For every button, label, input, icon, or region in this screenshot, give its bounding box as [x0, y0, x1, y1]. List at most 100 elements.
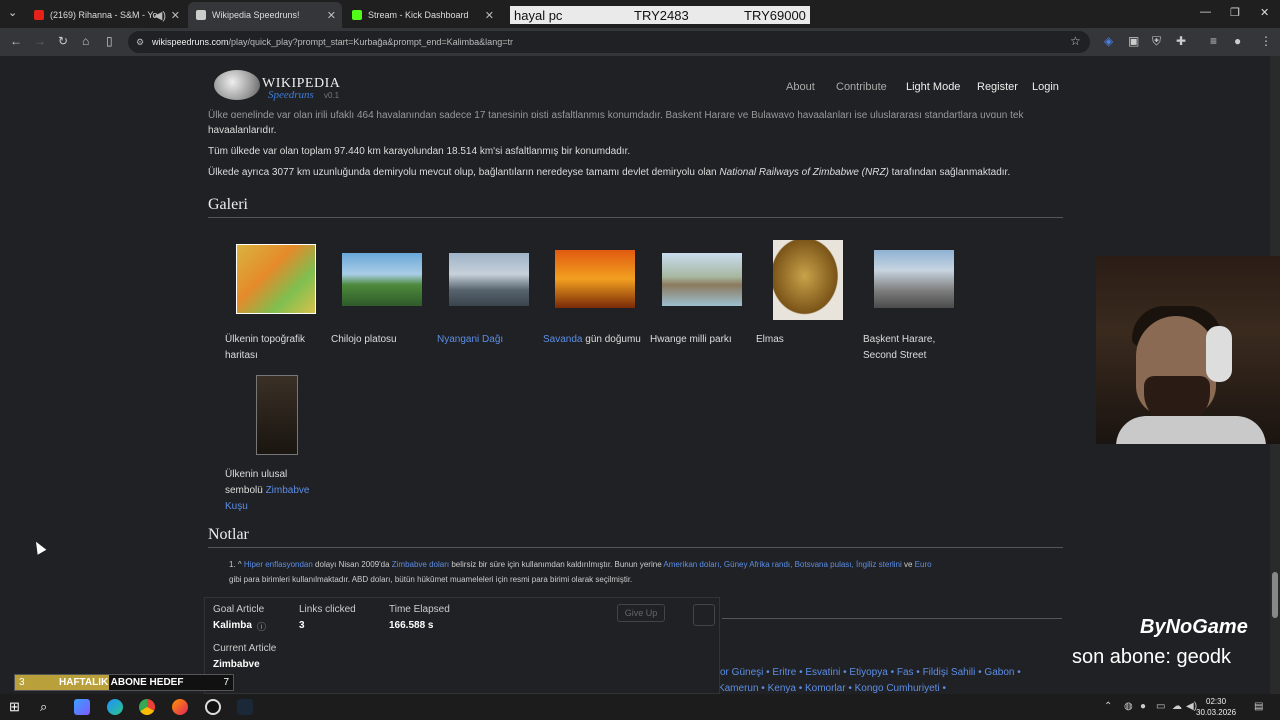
goal-label: Goal Article	[213, 604, 265, 615]
time-value: 166.588 s	[389, 620, 434, 631]
gallery-image-zimbabwe-bird[interactable]	[256, 375, 298, 455]
gallery-image-nyangani[interactable]	[449, 253, 529, 306]
divider	[208, 217, 1063, 218]
network-icon[interactable]: ▭	[1156, 701, 1165, 712]
extension-icon[interactable]: ◈	[1104, 34, 1113, 48]
note-1: 1. ^ Hiper enflasyondan dolayı Nisan 200…	[229, 557, 1069, 587]
donation-target: TRY69000	[744, 7, 806, 23]
scrollbar-thumb[interactable]	[1272, 572, 1278, 618]
notification-icon[interactable]: ▤	[1254, 701, 1263, 712]
back-icon[interactable]: ←	[10, 34, 22, 48]
paragraph-railways: Ülkede ayrıca 3077 km uzunluğunda demiry…	[208, 165, 1068, 181]
tray-chevron-icon[interactable]: ⌃	[1104, 701, 1112, 712]
gallery-image-harare[interactable]	[874, 250, 954, 308]
tab-label: Stream - Kick Dashboard	[368, 10, 469, 20]
chrome-icon[interactable]	[139, 699, 155, 715]
gallery-caption: Başkent Harare, Second Street	[863, 334, 936, 361]
close-tab-icon[interactable]: ✕	[485, 9, 494, 22]
clock-date: 30.03.2026	[1196, 708, 1237, 717]
minimize-icon[interactable]: —	[1200, 6, 1211, 18]
shield-icon[interactable]: ⛨	[1152, 34, 1161, 49]
note-link[interactable]: Amerikan doları, Güney Afrika randı, Bot…	[663, 560, 901, 569]
cloud-icon[interactable]: ☁	[1172, 701, 1182, 712]
gallery-image-diamond[interactable]	[773, 240, 843, 320]
divider	[722, 618, 1062, 619]
tray-app-icon[interactable]: ◍	[1124, 701, 1133, 712]
headset-icon	[1206, 326, 1232, 382]
collapse-button[interactable]	[693, 604, 715, 626]
tab-groups-icon[interactable]: ≡	[1210, 34, 1217, 48]
savanna-link[interactable]: Savanda	[543, 334, 582, 345]
tab-search-icon[interactable]: ⌄	[8, 6, 17, 19]
note-link[interactable]: Hiper enflasyondan	[244, 560, 313, 569]
divider	[208, 547, 1063, 548]
railways-text-end: tarafından sağlanmaktadır.	[888, 167, 1011, 178]
clock-time: 02:30	[1206, 697, 1227, 706]
gallery-image-hwange[interactable]	[662, 253, 742, 306]
steam-icon[interactable]	[237, 699, 253, 715]
gallery-image-savanna[interactable]	[555, 250, 635, 308]
windows-taskbar: ⊞ ⌕ ⌃ ◍ ● ▭ ☁ ◀) 02:30 30.03.2026 ▤	[0, 694, 1280, 720]
site-header: WIKIPEDIA Speedruns v0.1 About Contribut…	[0, 56, 1270, 110]
footer-country-links[interactable]: or Güneşi • Eritre • Esvatini • Etiyopya…	[720, 667, 1021, 678]
gallery-caption-link[interactable]: Nyangani Dağı	[437, 332, 537, 348]
nav-light-mode[interactable]: Light Mode	[906, 81, 960, 93]
sidepanel-icon[interactable]: ▯	[106, 34, 113, 48]
goal-value: Kalimba	[213, 620, 252, 631]
restore-icon[interactable]: ❐	[1230, 6, 1240, 19]
home-icon[interactable]: ⌂	[82, 34, 89, 48]
edge-icon[interactable]	[107, 699, 123, 715]
wikipedia-icon	[196, 10, 206, 20]
current-value: Zimbabve	[213, 659, 260, 670]
bookmark-star-icon[interactable]: ☆	[1070, 34, 1081, 48]
donation-name: hayal pc	[514, 7, 563, 23]
extension-icon[interactable]: ▣	[1128, 34, 1139, 48]
tab-kick[interactable]: Stream - Kick Dashboard ✕	[344, 4, 500, 26]
logo-subtitle[interactable]: Speedruns	[268, 89, 314, 101]
nav-about[interactable]: About	[786, 81, 815, 93]
reload-icon[interactable]: ↻	[58, 34, 68, 48]
nav-login[interactable]: Login	[1032, 81, 1059, 93]
caption-text: gün doğumu	[582, 334, 641, 345]
site-info-icon[interactable]: ⚙	[136, 37, 144, 48]
address-bar[interactable]: ⚙ wikispeedruns.com/play/quick_play?prom…	[128, 31, 1090, 53]
gallery-caption: Chilojo platosu	[331, 334, 397, 345]
note-text: dolayı Nisan 2009'da	[312, 560, 392, 569]
close-tab-icon[interactable]: ✕	[327, 9, 336, 22]
profile-icon[interactable]: ●	[1234, 34, 1241, 48]
windows-start-icon[interactable]: ⊞	[9, 699, 20, 715]
nav-register[interactable]: Register	[977, 81, 1018, 93]
forward-icon[interactable]: →	[34, 34, 46, 48]
taskbar-clock[interactable]: 02:30 30.03.2026	[1196, 696, 1236, 718]
links-label: Links clicked	[299, 604, 356, 615]
gallery-caption: Elmas	[756, 334, 784, 345]
paragraph-airports: Ülke genelinde var olan irili ufaklı 464…	[208, 110, 1024, 118]
gallery-heading: Galeri	[208, 196, 248, 213]
gallery-caption: Ülkenin ulusal sembolü Zimbabve Kuşu	[225, 467, 325, 515]
close-tab-icon[interactable]: ✕	[171, 9, 180, 22]
close-window-icon[interactable]: ✕	[1260, 6, 1269, 19]
note-link[interactable]: Zimbabve doları	[392, 560, 449, 569]
wikipedia-globe-icon[interactable]	[214, 70, 260, 100]
nav-contribute[interactable]: Contribute	[836, 81, 887, 93]
puzzle-icon[interactable]: ✚	[1176, 34, 1186, 48]
firefox-icon[interactable]	[172, 699, 188, 715]
info-icon[interactable]: ⓘ	[257, 620, 266, 633]
note-text: gibi para birimleri kullanılmaktadır. AB…	[229, 575, 633, 584]
search-icon[interactable]: ⌕	[40, 699, 47, 715]
microphone-icon[interactable]: ●	[1140, 701, 1146, 712]
note-link[interactable]: Euro	[915, 560, 932, 569]
copilot-icon[interactable]	[74, 699, 90, 715]
gallery-image-topographic-map[interactable]	[236, 244, 316, 314]
webcam-shirt	[1116, 416, 1266, 444]
last-subscriber: son abone: geodk	[1072, 646, 1232, 668]
gallery-image-chilojo[interactable]	[342, 253, 422, 306]
note-marker[interactable]: 1. ^	[229, 560, 242, 569]
game-status-panel: Goal Article Kalimba ⓘ Links clicked 3 T…	[204, 597, 720, 694]
audio-icon[interactable]: ◀)	[154, 9, 166, 22]
tab-wikispeedruns[interactable]: Wikipedia Speedruns! ✕	[188, 2, 342, 28]
tab-youtube[interactable]: (2169) Rihanna - S&M - Yo ◀) ✕	[26, 4, 186, 26]
menu-icon[interactable]: ⋮	[1260, 34, 1272, 48]
obs-icon[interactable]	[205, 699, 221, 715]
give-up-button[interactable]: Give Up	[617, 604, 665, 622]
